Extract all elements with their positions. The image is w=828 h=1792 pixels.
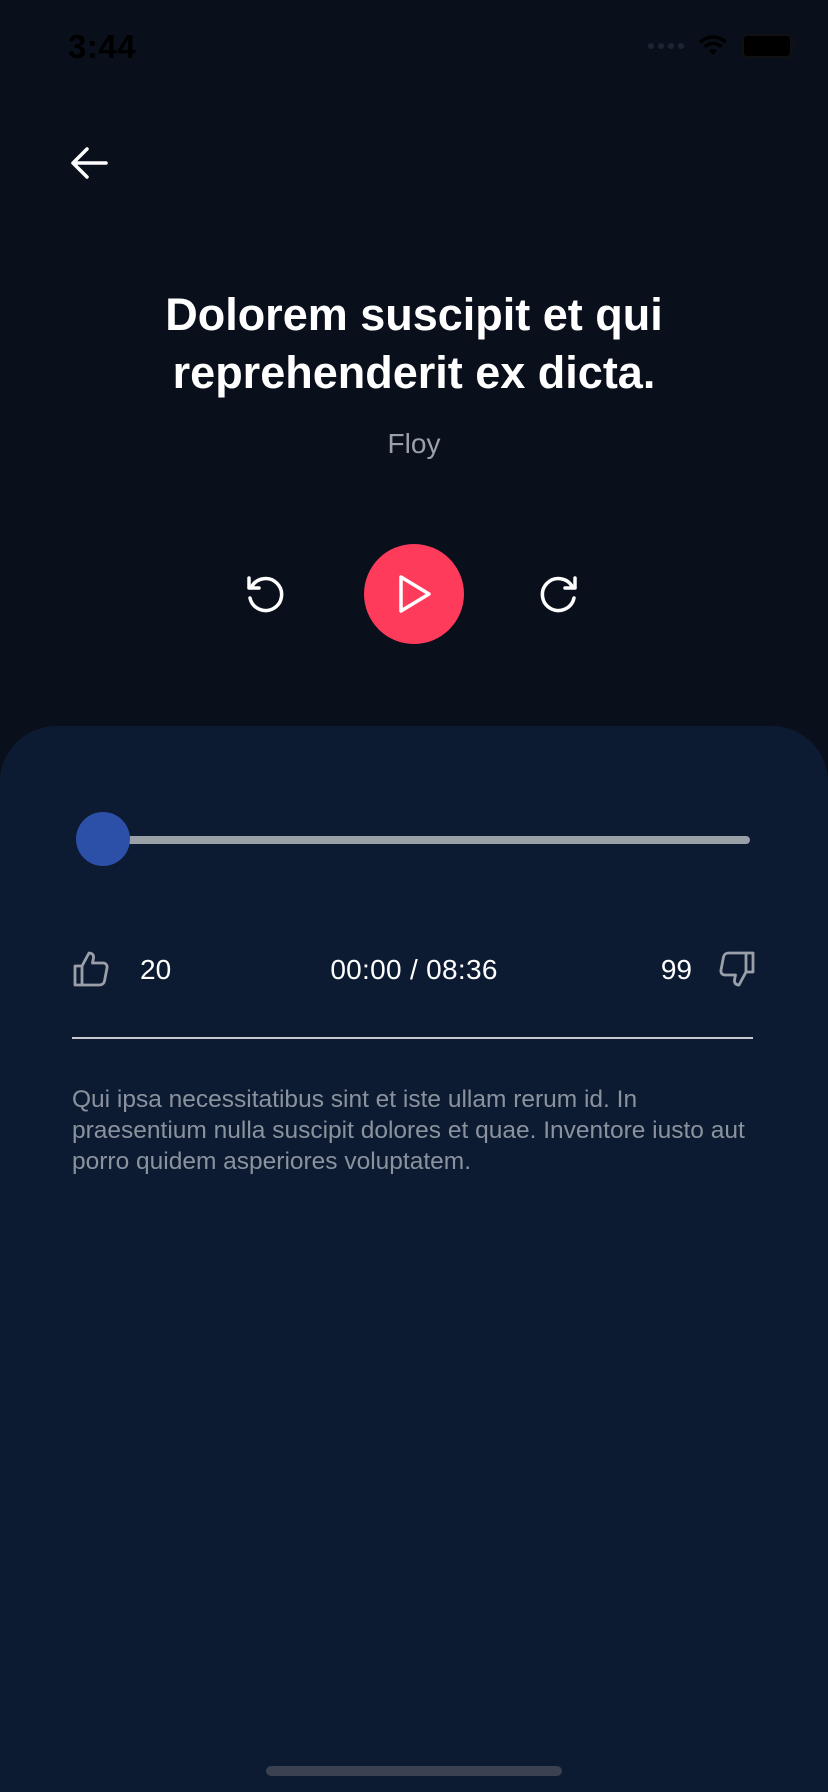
rotate-ccw-icon	[247, 576, 284, 613]
battery-icon	[742, 34, 796, 58]
progress-slider[interactable]	[76, 812, 750, 868]
details-panel	[0, 726, 828, 1792]
dislike-count: 99	[660, 954, 692, 985]
forward-button[interactable]	[535, 570, 583, 618]
status-time: 3:44	[68, 28, 137, 65]
divider	[72, 1037, 753, 1039]
time-display: 00:00 / 08:36	[330, 954, 498, 985]
cellular-signal-icon	[648, 43, 684, 49]
episode-description: Qui ipsa necessitatibus sint et iste ull…	[72, 1086, 745, 1175]
episode-title: Dolorem suscipit et qui reprehenderit ex…	[165, 289, 663, 398]
slider-track[interactable]	[104, 836, 750, 844]
status-bar: 3:44	[0, 0, 828, 100]
stats-row: 20 00:00 / 08:36 99	[72, 946, 756, 992]
home-indicator	[266, 1766, 562, 1776]
dislike-button[interactable]	[718, 950, 756, 988]
slider-thumb[interactable]	[76, 812, 130, 866]
wifi-icon	[699, 35, 727, 55]
status-icons	[648, 34, 796, 58]
rewind-button[interactable]	[241, 570, 289, 618]
play-button[interactable]	[364, 544, 464, 644]
rotate-cw-icon	[540, 576, 577, 613]
episode-author: Floy	[387, 428, 441, 459]
play-icon	[399, 575, 431, 613]
playback-controls	[0, 544, 828, 644]
arrow-left-icon	[71, 147, 108, 179]
thumbs-down-icon	[719, 951, 755, 987]
back-button[interactable]	[64, 138, 114, 188]
